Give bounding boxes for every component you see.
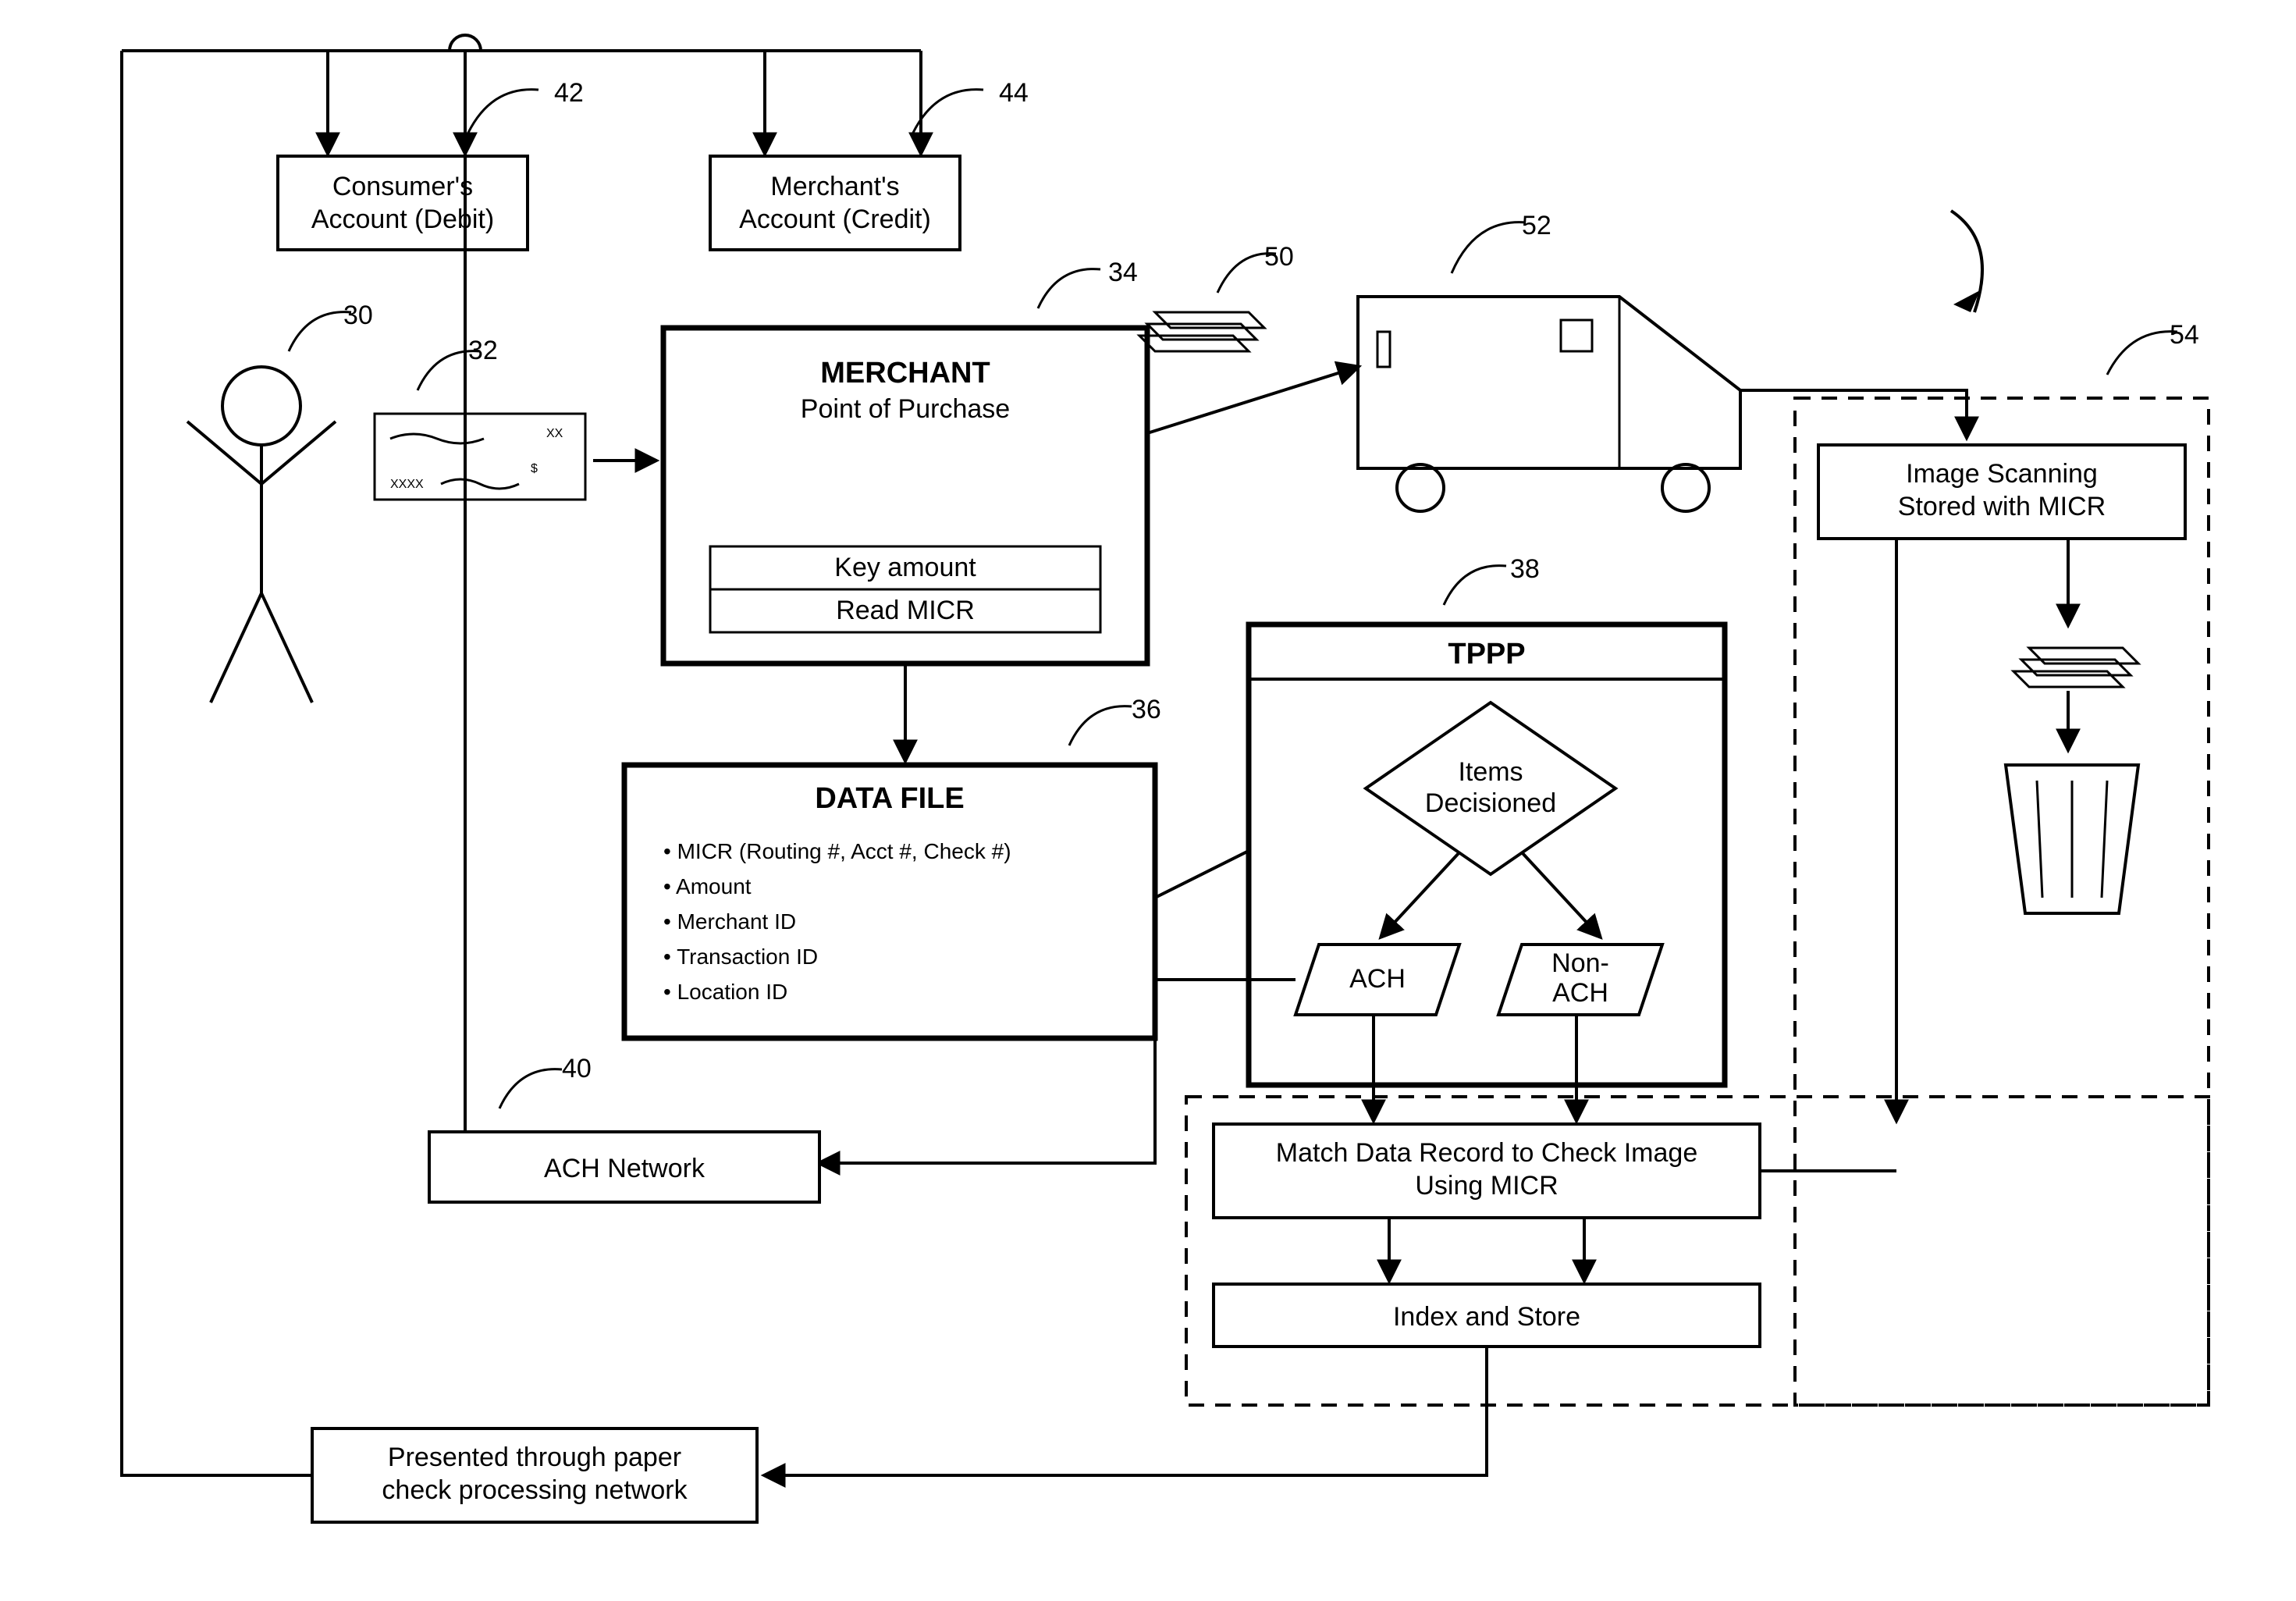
tppp-title: TPPP — [1448, 638, 1525, 671]
ref-52-leader — [1452, 222, 1526, 273]
ref-50: 50 — [1264, 242, 1294, 272]
read-micr: Read MICR — [836, 596, 975, 625]
ref-44: 44 — [999, 78, 1029, 108]
datafile-b3: • Merchant ID — [663, 909, 796, 934]
index-to-paper — [765, 1347, 1487, 1475]
merchant-sub: Point of Purchase — [801, 394, 1010, 424]
match-l1: Match Data Record to Check Image — [1276, 1138, 1697, 1168]
check-xx: XX — [546, 427, 563, 440]
ref-36-leader — [1069, 706, 1132, 745]
ref-40-leader — [499, 1069, 562, 1108]
ref-34: 34 — [1108, 258, 1138, 287]
ref-32: 32 — [468, 336, 498, 365]
ach-label: ACH — [1349, 964, 1406, 994]
flow-diagram: Consumer's Account (Debit) 42 Merchant's… — [0, 0, 2296, 1601]
achnet-label: ACH Network — [544, 1154, 706, 1183]
capture-dashbox — [1795, 398, 2209, 1405]
ref-54: 54 — [2170, 320, 2199, 350]
merchant-account-l1: Merchant's — [770, 172, 899, 201]
nonach-l1: Non- — [1551, 948, 1609, 978]
ref-52: 52 — [1522, 211, 1551, 240]
key-amount: Key amount — [834, 553, 976, 582]
decision-l1: Items — [1458, 757, 1523, 787]
consumer-account-l1: Consumer's — [332, 172, 473, 201]
datafile-b5: • Location ID — [663, 980, 787, 1004]
image-scan-l1: Image Scanning — [1906, 459, 2098, 489]
ref-40: 40 — [562, 1054, 592, 1083]
merchant-to-truck — [1147, 367, 1358, 433]
ref-42-leader — [468, 90, 538, 133]
truck-icon — [1358, 297, 1740, 511]
match-l2: Using MICR — [1415, 1171, 1558, 1201]
merchant-title: MERCHANT — [820, 357, 990, 390]
paper-stack-icon — [1139, 312, 1264, 351]
nonach-l2: ACH — [1552, 978, 1608, 1008]
hand-arrow — [1951, 211, 1982, 312]
ref-30: 30 — [343, 301, 373, 330]
datafile-title: DATA FILE — [815, 782, 964, 815]
ref-44-leader — [913, 90, 983, 133]
consumer-account-box — [278, 156, 528, 250]
consumer-icon — [187, 367, 336, 703]
trash-icon — [2006, 765, 2138, 913]
bus-hump — [450, 35, 481, 51]
paper-l2: check processing network — [382, 1475, 688, 1505]
consumer-account-l2: Account (Debit) — [311, 205, 494, 234]
trash-stack-icon — [2013, 648, 2138, 687]
merchant-account-l2: Account (Credit) — [739, 205, 931, 234]
ref-54-leader — [2107, 332, 2177, 375]
check-icon: XXXX $ XX — [375, 414, 585, 500]
image-scan-l2: Stored with MICR — [1898, 492, 2106, 521]
datafile-b1: • MICR (Routing #, Acct #, Check #) — [663, 839, 1011, 863]
ref-38: 38 — [1510, 554, 1540, 584]
ref-42: 42 — [554, 78, 584, 108]
ref-30-leader — [289, 312, 351, 351]
merchant-account-box — [710, 156, 960, 250]
ref-34-leader — [1038, 269, 1100, 308]
datafile-b2: • Amount — [663, 874, 752, 898]
ref-38-leader — [1444, 566, 1506, 605]
index-label: Index and Store — [1393, 1302, 1580, 1332]
decision-l2: Decisioned — [1425, 788, 1556, 818]
check-xxxx: XXXX — [390, 478, 424, 491]
paper-to-bus — [122, 51, 312, 1475]
paper-l1: Presented through paper — [388, 1443, 681, 1472]
check-dollar: $ — [531, 462, 538, 475]
ref-36: 36 — [1132, 695, 1161, 724]
datafile-b4: • Transaction ID — [663, 945, 818, 969]
